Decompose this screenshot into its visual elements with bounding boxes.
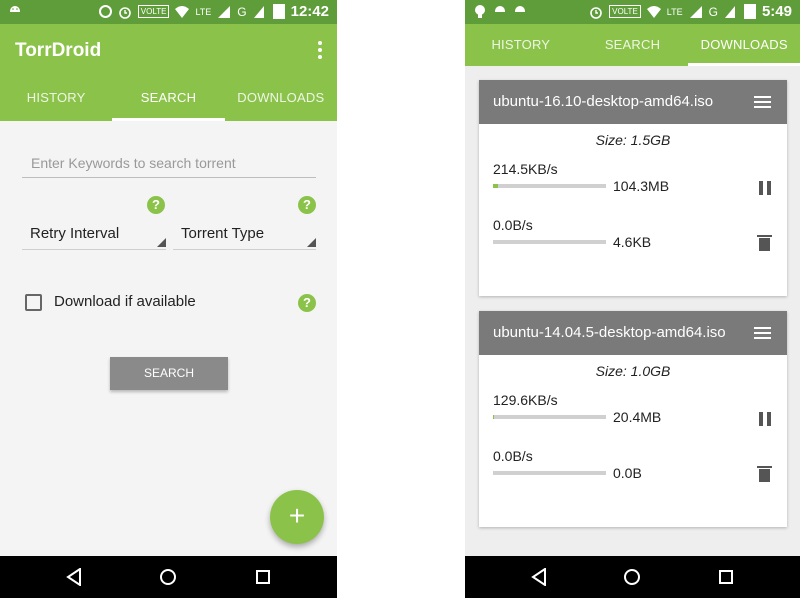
nav-bar — [465, 556, 800, 598]
tab-bar-container: HISTORY SEARCH DOWNLOADS — [465, 24, 800, 66]
download-if-available-checkbox[interactable] — [25, 294, 42, 311]
download-size: Size: 1.0GB — [595, 363, 671, 379]
tab-bar: HISTORY SEARCH DOWNLOADS — [0, 77, 337, 121]
dropdown-arrow-icon — [157, 238, 166, 247]
android-icon — [473, 4, 487, 18]
tab-downloads[interactable]: DOWNLOADS — [225, 77, 337, 121]
delete-icon[interactable] — [757, 235, 772, 251]
android-icon — [513, 4, 527, 18]
home-icon[interactable] — [624, 569, 640, 585]
network-type: LTE — [195, 6, 212, 17]
tab-search[interactable]: SEARCH — [577, 24, 689, 66]
back-icon[interactable] — [531, 567, 547, 591]
signal-icon-2 — [253, 5, 267, 19]
download-amount: 20.4MB — [613, 409, 662, 425]
upload-amount: 4.6KB — [613, 234, 652, 250]
download-name: ubuntu-14.04.5-desktop-amd64.iso — [493, 324, 726, 341]
network-g: G — [237, 4, 247, 19]
download-size: Size: 1.5GB — [595, 132, 671, 148]
download-speed: 129.6KB/s — [493, 392, 558, 408]
help-icon-download[interactable]: ? — [298, 294, 316, 312]
retry-interval-label: Retry Interval — [30, 225, 120, 242]
app-bar: TorrDroid HISTORY SEARCH DOWNLOADS — [0, 24, 337, 121]
pause-icon[interactable] — [759, 181, 771, 195]
menu-icon[interactable] — [754, 96, 771, 108]
android-icon — [493, 4, 507, 18]
tab-history[interactable]: HISTORY — [0, 77, 112, 121]
back-icon[interactable] — [66, 567, 82, 591]
wifi-icon — [175, 5, 190, 19]
search-input[interactable] — [22, 148, 316, 178]
network-g: G — [708, 4, 718, 19]
upload-speed: 0.0B/s — [493, 448, 533, 464]
upload-progress-bar — [493, 471, 606, 475]
wifi-icon — [646, 5, 661, 19]
download-name: ubuntu-16.10-desktop-amd64.iso — [493, 93, 714, 110]
signal-icon — [689, 5, 703, 19]
delete-icon[interactable] — [757, 466, 772, 482]
add-fab-button[interactable]: + — [270, 490, 324, 544]
tab-bar: HISTORY SEARCH DOWNLOADS — [465, 24, 800, 66]
torrent-type-select[interactable]: Torrent Type — [173, 222, 316, 250]
network-type: LTE — [666, 6, 683, 17]
download-speed: 214.5KB/s — [493, 161, 558, 177]
home-icon[interactable] — [160, 569, 176, 585]
downloads-screen: VOLTE LTE G 5:49 HISTORY SEARCH DOWNLOAD… — [465, 0, 800, 598]
search-screen: VOLTE LTE G 12:42 TorrDroid HISTORY SEAR… — [0, 0, 337, 598]
overflow-menu-icon[interactable] — [317, 41, 323, 59]
help-icon-type[interactable]: ? — [298, 196, 316, 214]
recents-icon[interactable] — [256, 570, 270, 584]
volte-badge: VOLTE — [137, 5, 170, 18]
upload-speed: 0.0B/s — [493, 217, 533, 233]
alarm-icon — [118, 5, 132, 19]
clock: 12:42 — [290, 3, 329, 20]
tab-search[interactable]: SEARCH — [112, 77, 225, 121]
signal-icon-2 — [724, 5, 738, 19]
download-progress-bar — [493, 415, 606, 419]
retry-interval-select[interactable]: Retry Interval — [22, 222, 166, 250]
download-if-available-label: Download if available — [54, 293, 196, 310]
pause-icon[interactable] — [759, 412, 771, 426]
download-amount: 104.3MB — [613, 178, 670, 194]
download-card-header: ubuntu-14.04.5-desktop-amd64.iso — [479, 311, 787, 355]
app-title: TorrDroid — [15, 40, 102, 61]
nav-bar — [0, 556, 337, 598]
status-bar: VOLTE LTE G 12:42 — [0, 0, 337, 24]
help-icon-retry[interactable]: ? — [147, 196, 165, 214]
menu-icon[interactable] — [754, 327, 771, 339]
battery-icon — [272, 4, 285, 19]
volte-badge: VOLTE — [609, 5, 641, 18]
android-icon — [8, 4, 22, 18]
upload-amount: 0.0B — [613, 465, 642, 481]
torrent-type-label: Torrent Type — [181, 225, 265, 242]
download-card: ubuntu-16.10-desktop-amd64.iso Size: 1.5… — [479, 80, 787, 296]
dnd-icon — [98, 5, 112, 18]
recents-icon[interactable] — [719, 570, 733, 584]
download-progress-bar — [493, 184, 606, 188]
search-button[interactable]: SEARCH — [110, 357, 228, 390]
tab-history[interactable]: HISTORY — [465, 24, 577, 66]
dropdown-arrow-icon — [307, 238, 316, 247]
download-card-header: ubuntu-16.10-desktop-amd64.iso — [479, 80, 787, 124]
status-bar: VOLTE LTE G 5:49 — [465, 0, 800, 24]
tab-downloads[interactable]: DOWNLOADS — [688, 24, 800, 66]
clock: 5:49 — [761, 3, 792, 20]
upload-progress-bar — [493, 240, 606, 244]
alarm-icon — [589, 5, 603, 19]
download-card: ubuntu-14.04.5-desktop-amd64.iso Size: 1… — [479, 311, 787, 527]
download-progress-fill — [493, 415, 495, 419]
signal-icon — [217, 5, 231, 19]
download-progress-fill — [493, 184, 498, 188]
battery-icon — [743, 4, 756, 19]
